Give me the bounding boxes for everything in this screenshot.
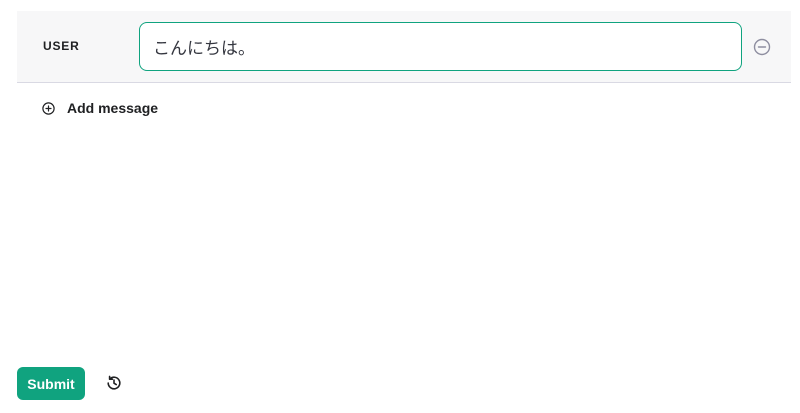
- playground-page: USER Add message Submit: [0, 0, 800, 413]
- message-input[interactable]: [139, 22, 742, 71]
- minus-circle-icon: [753, 38, 771, 56]
- add-message-button[interactable]: Add message: [42, 100, 158, 116]
- submit-button[interactable]: Submit: [17, 367, 85, 400]
- remove-message-button[interactable]: [753, 38, 771, 56]
- role-label[interactable]: USER: [43, 39, 80, 53]
- message-row: USER: [17, 11, 791, 83]
- add-message-label: Add message: [67, 100, 159, 116]
- plus-circle-icon: [42, 101, 55, 115]
- history-icon: [107, 375, 121, 390]
- history-button[interactable]: [105, 374, 123, 392]
